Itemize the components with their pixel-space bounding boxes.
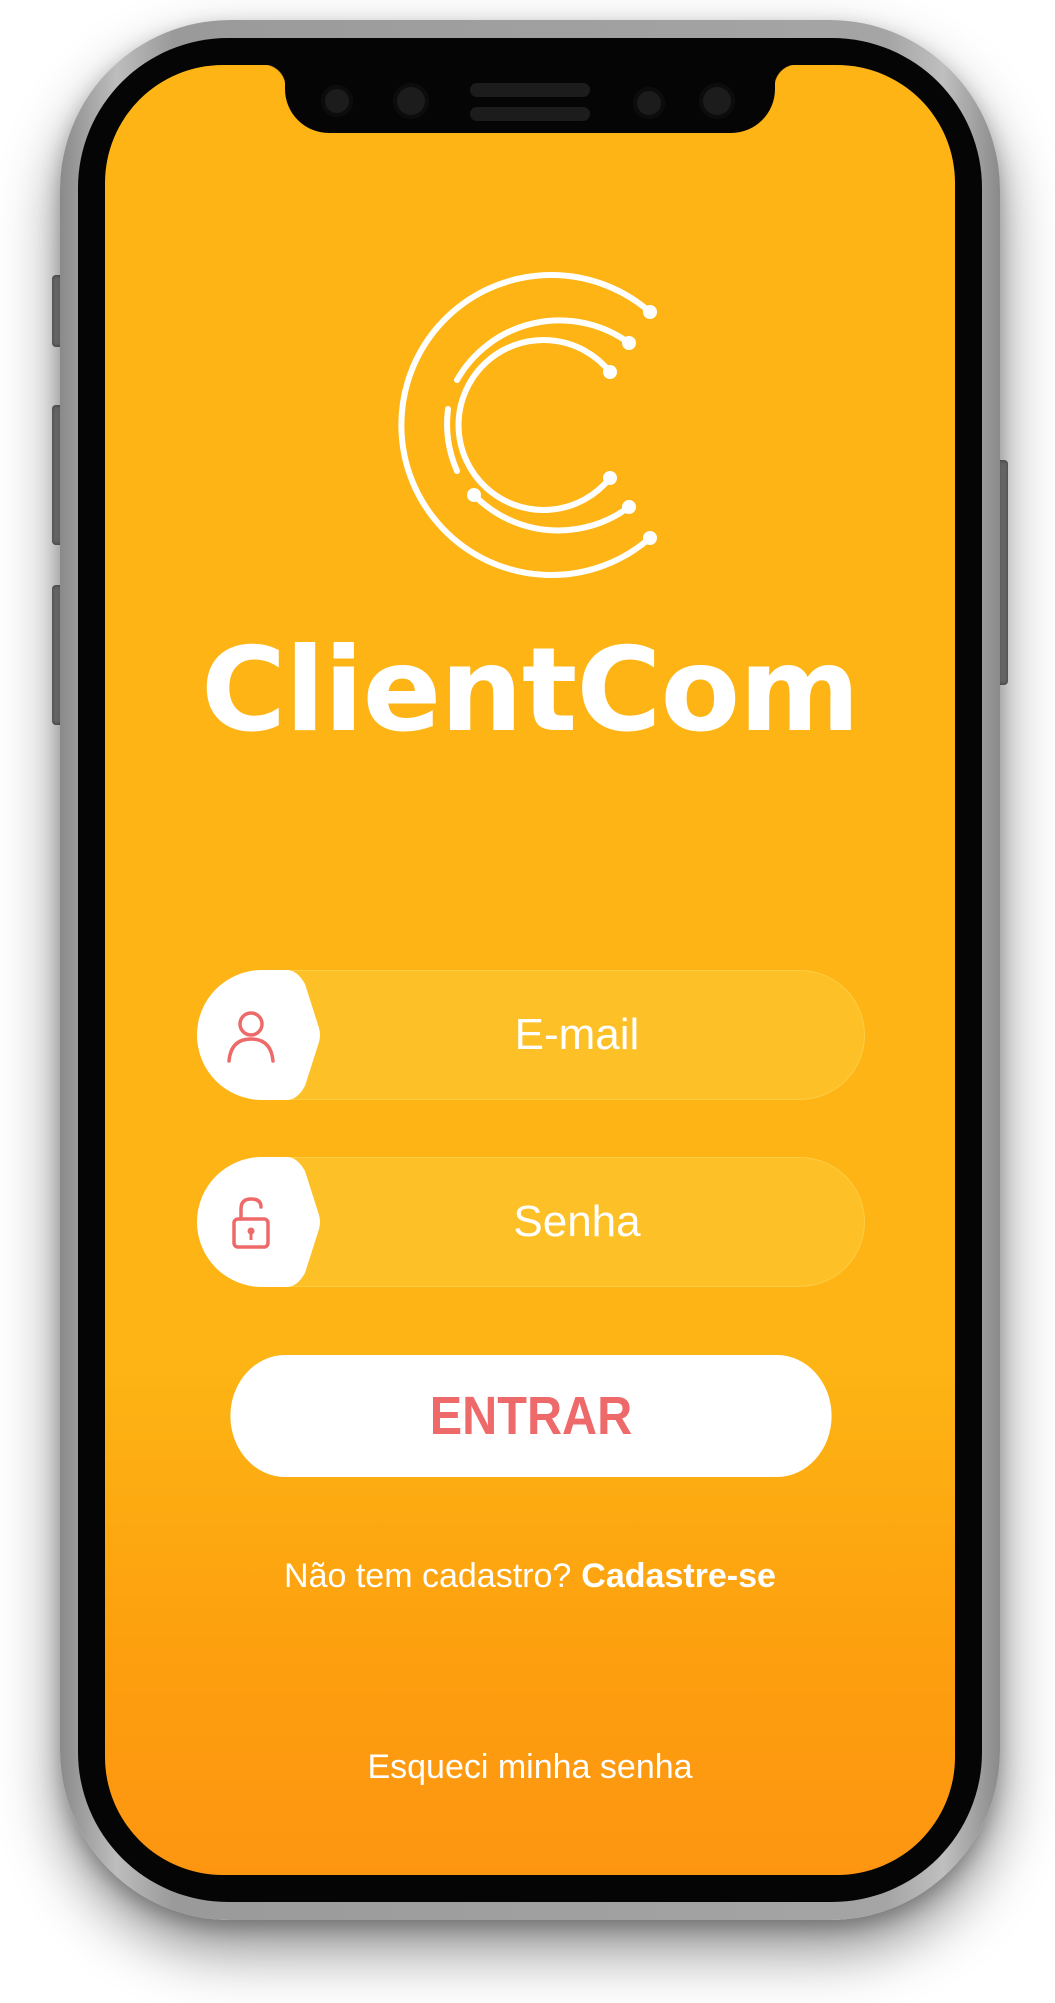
forgot-password-link[interactable]: Esqueci minha senha [105,1748,955,1787]
signup-prompt-text: Não tem cadastro? [284,1557,572,1595]
email-field[interactable] [197,970,865,1100]
sensor-dot [321,85,353,117]
concentric-c-logo-icon [398,272,657,578]
earpiece-speaker [470,107,590,121]
sensor-dot [633,87,665,119]
email-icon-badge [197,970,327,1100]
brand-name: ClientCom [200,623,860,758]
earpiece-speaker [470,83,590,97]
password-field[interactable] [197,1157,865,1287]
phone-notch [263,65,797,133]
password-icon-badge [197,1157,327,1287]
padlock-icon [232,1197,270,1249]
user-icon [227,1011,275,1063]
signup-link[interactable]: Cadastre-se [581,1557,776,1595]
email-input[interactable] [327,970,827,1100]
login-button[interactable]: ENTRAR [230,1355,832,1477]
front-camera [393,83,429,119]
device-mockup: ClientCom E-mail ENTRAR Não tem cadastro… [0,0,1055,2003]
login-screen: ClientCom E-mail ENTRAR Não tem cadastro… [105,65,955,1875]
password-input[interactable] [327,1157,827,1287]
signup-prompt: Não tem cadastro? Cadastre-se [105,1557,955,1596]
proximity-sensor [699,83,735,119]
